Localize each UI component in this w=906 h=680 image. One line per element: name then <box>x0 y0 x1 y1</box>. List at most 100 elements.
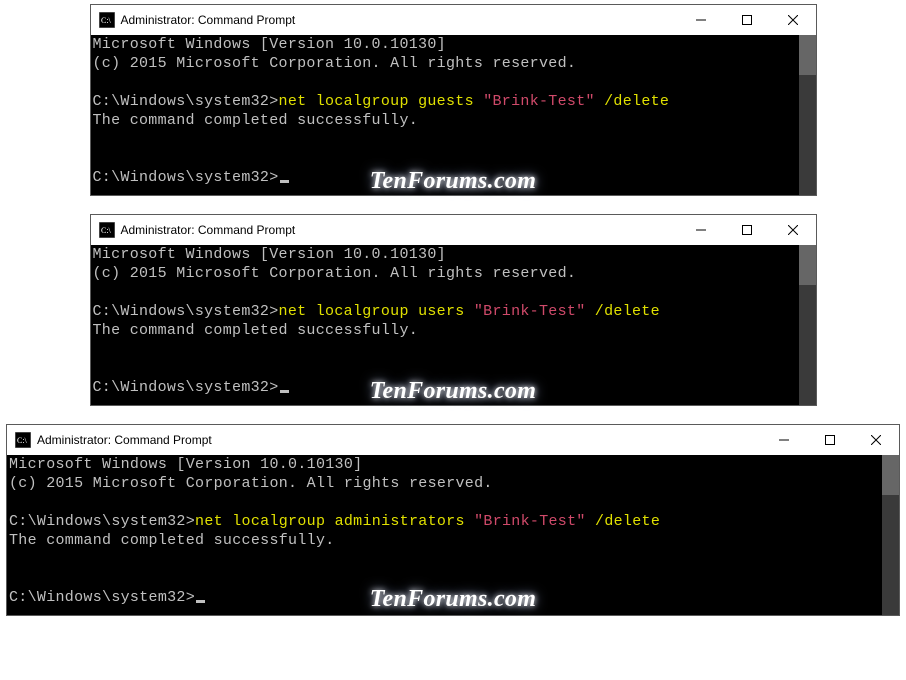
command-prompt-window: C:\Administrator: Command PromptMicrosof… <box>90 4 817 196</box>
terminal-line: C:\Windows\system32>net localgroup guest… <box>93 92 814 111</box>
terminal-text: "Brink-Test" <box>474 513 586 530</box>
terminal-text: C:\Windows\system32> <box>93 169 279 186</box>
minimize-icon <box>779 433 789 448</box>
close-icon <box>871 433 881 448</box>
window-title: Administrator: Command Prompt <box>37 433 212 447</box>
terminal-text: Microsoft Windows [Version 10.0.10130] <box>9 456 362 473</box>
terminal-line: C:\Windows\system32>net localgroup admin… <box>9 512 897 531</box>
terminal-text: net localgroup <box>279 303 419 320</box>
window-controls <box>678 215 816 245</box>
terminal-line <box>9 569 897 588</box>
terminal-text: administrators <box>335 513 475 530</box>
terminal-line: C:\Windows\system32> <box>93 378 814 397</box>
close-button[interactable] <box>770 5 816 35</box>
minimize-icon <box>696 223 706 238</box>
terminal-text: C:\Windows\system32> <box>93 303 279 320</box>
titlebar[interactable]: C:\Administrator: Command Prompt <box>91 215 816 245</box>
terminal-text <box>9 551 18 568</box>
app-icon[interactable]: C:\ <box>99 222 115 238</box>
close-button[interactable] <box>853 425 899 455</box>
command-prompt-window: C:\Administrator: Command PromptMicrosof… <box>90 214 817 406</box>
terminal-text: The command completed successfully. <box>93 322 419 339</box>
titlebar[interactable]: C:\ Administrator: Command Prompt <box>7 425 899 455</box>
maximize-button[interactable] <box>724 215 770 245</box>
terminal-output[interactable]: Microsoft Windows [Version 10.0.10130](c… <box>7 455 899 615</box>
window-controls <box>678 5 816 35</box>
maximize-icon <box>742 13 752 28</box>
close-button[interactable] <box>770 215 816 245</box>
terminal-line: The command completed successfully. <box>9 531 897 550</box>
scrollbar[interactable] <box>799 35 816 195</box>
terminal-text: (c) 2015 Microsoft Corporation. All righ… <box>93 55 577 72</box>
terminal-text <box>93 360 102 377</box>
maximize-icon <box>742 223 752 238</box>
minimize-icon <box>696 13 706 28</box>
terminal-line: (c) 2015 Microsoft Corporation. All righ… <box>93 264 814 283</box>
scrollbar-thumb[interactable] <box>882 455 899 495</box>
scrollbar-thumb[interactable] <box>799 245 816 285</box>
terminal-line <box>93 130 814 149</box>
terminal-line <box>93 340 814 359</box>
scrollbar[interactable] <box>799 245 816 405</box>
terminal-text: Microsoft Windows [Version 10.0.10130] <box>93 36 446 53</box>
minimize-button[interactable] <box>761 425 807 455</box>
app-icon[interactable]: C:\ <box>15 432 31 448</box>
terminal-line: C:\Windows\system32> <box>9 588 897 607</box>
terminal-text: users <box>418 303 474 320</box>
titlebar[interactable]: C:\Administrator: Command Prompt <box>91 5 816 35</box>
terminal-text: (c) 2015 Microsoft Corporation. All righ… <box>93 265 577 282</box>
svg-text:C:\: C:\ <box>101 16 112 25</box>
terminal-line: Microsoft Windows [Version 10.0.10130] <box>93 35 814 54</box>
terminal-text: /delete <box>586 513 660 530</box>
minimize-button[interactable] <box>678 215 724 245</box>
terminal-text <box>9 570 18 587</box>
terminal-text: The command completed successfully. <box>9 532 335 549</box>
terminal-text: net localgroup <box>195 513 335 530</box>
terminal-line: C:\Windows\system32> <box>93 168 814 187</box>
maximize-button[interactable] <box>807 425 853 455</box>
terminal-text: Microsoft Windows [Version 10.0.10130] <box>93 246 446 263</box>
cursor <box>280 390 289 393</box>
maximize-icon <box>825 433 835 448</box>
terminal-line: Microsoft Windows [Version 10.0.10130] <box>93 245 814 264</box>
terminal-text: net localgroup <box>279 93 419 110</box>
terminal-text: /delete <box>595 93 669 110</box>
scrollbar[interactable] <box>882 455 899 615</box>
terminal-text <box>93 341 102 358</box>
terminal-line: The command completed successfully. <box>93 321 814 340</box>
terminal-text: /delete <box>586 303 660 320</box>
terminal-line: (c) 2015 Microsoft Corporation. All righ… <box>93 54 814 73</box>
scrollbar-thumb[interactable] <box>799 35 816 75</box>
cmd-icon: C:\ <box>99 222 115 238</box>
cmd-icon: C:\ <box>99 12 115 28</box>
terminal-text <box>93 150 102 167</box>
maximize-button[interactable] <box>724 5 770 35</box>
cursor <box>280 180 289 183</box>
terminal-line: C:\Windows\system32>net localgroup users… <box>93 302 814 321</box>
terminal-text: C:\Windows\system32> <box>9 513 195 530</box>
command-prompt-window: C:\ Administrator: Command Prompt Microsof… <box>6 424 900 616</box>
terminal-text: "Brink-Test" <box>474 303 586 320</box>
terminal-text <box>93 74 102 91</box>
terminal-line <box>93 359 814 378</box>
minimize-button[interactable] <box>678 5 724 35</box>
terminal-line <box>93 73 814 92</box>
terminal-line <box>9 550 897 569</box>
svg-text:C:\: C:\ <box>101 226 112 235</box>
terminal-line: Microsoft Windows [Version 10.0.10130] <box>9 455 897 474</box>
terminal-output[interactable]: Microsoft Windows [Version 10.0.10130] (c… <box>91 245 816 405</box>
window-controls <box>761 425 899 455</box>
terminal-line: The command completed successfully. <box>93 111 814 130</box>
terminal-text <box>93 284 102 301</box>
terminal-line: (c) 2015 Microsoft Corporation. All righ… <box>9 474 897 493</box>
svg-text:C:\: C:\ <box>17 436 28 445</box>
terminal-text: guests <box>418 93 483 110</box>
terminal-text: C:\Windows\system32> <box>9 589 195 606</box>
cmd-icon: C:\ <box>15 432 31 448</box>
terminal-text <box>9 494 18 511</box>
terminal-text: C:\Windows\system32> <box>93 93 279 110</box>
cursor <box>196 600 205 603</box>
app-icon[interactable]: C:\ <box>99 12 115 28</box>
terminal-line <box>93 283 814 302</box>
terminal-output[interactable]: Microsoft Windows [Version 10.0.10130] (c… <box>91 35 816 195</box>
